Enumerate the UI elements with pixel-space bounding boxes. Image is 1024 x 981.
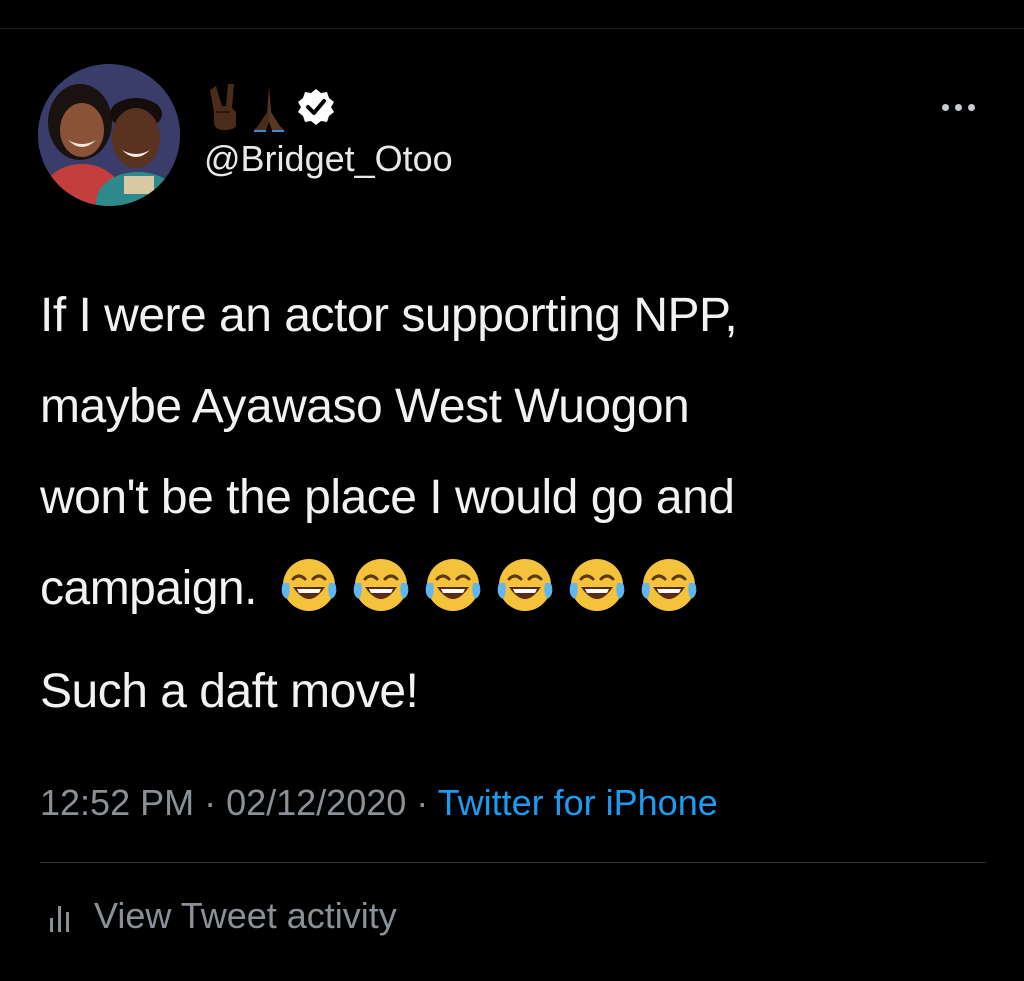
face-with-tears-of-joy-icon bbox=[277, 553, 341, 617]
avatar-photo bbox=[38, 64, 180, 206]
user-handle[interactable]: @Bridget_Otoo bbox=[204, 138, 453, 180]
tweet-text-second-paragraph: Such a daft move! bbox=[40, 665, 419, 718]
tweet-text-line: campaign. bbox=[40, 562, 257, 615]
tweet-date: 02/12/2020 bbox=[226, 782, 407, 823]
victory-hand-icon bbox=[206, 82, 244, 132]
display-name[interactable] bbox=[206, 78, 336, 136]
laugh-emoji-row bbox=[277, 553, 701, 617]
bar-chart-icon bbox=[44, 898, 80, 934]
face-with-tears-of-joy-icon bbox=[565, 553, 629, 617]
tweet-text-line: maybe Ayawaso West Wuogon bbox=[40, 380, 690, 433]
tweet-text-last-line: campaign. bbox=[40, 543, 990, 634]
tweet-source-link[interactable]: Twitter for iPhone bbox=[438, 782, 718, 823]
more-dot bbox=[941, 103, 949, 111]
face-with-tears-of-joy-icon bbox=[493, 553, 557, 617]
more-dot bbox=[954, 103, 962, 111]
tweet-text-line: If I were an actor supporting NPP, bbox=[40, 289, 738, 342]
more-dot bbox=[967, 103, 975, 111]
face-with-tears-of-joy-icon bbox=[421, 553, 485, 617]
face-with-tears-of-joy-icon bbox=[637, 553, 701, 617]
meta-separator: · bbox=[406, 782, 438, 823]
tweet-time: 12:52 PM bbox=[40, 782, 195, 823]
tweet-text-line: won't be the place I would go and bbox=[40, 471, 735, 524]
view-tweet-activity-button[interactable]: View Tweet activity bbox=[44, 895, 397, 937]
avatar[interactable] bbox=[38, 64, 180, 206]
praying-hands-icon bbox=[250, 82, 288, 132]
tweet-meta: 12:52 PM · 02/12/2020 · Twitter for iPho… bbox=[40, 782, 718, 824]
top-divider bbox=[0, 28, 1024, 29]
meta-separator: · bbox=[194, 782, 227, 823]
divider bbox=[40, 862, 986, 863]
face-with-tears-of-joy-icon bbox=[349, 553, 413, 617]
more-options-icon[interactable] bbox=[930, 92, 986, 122]
tweet-text: If I were an actor supporting NPP, maybe… bbox=[40, 270, 990, 737]
view-tweet-activity-label: View Tweet activity bbox=[94, 895, 397, 936]
verified-badge-icon bbox=[296, 87, 336, 127]
